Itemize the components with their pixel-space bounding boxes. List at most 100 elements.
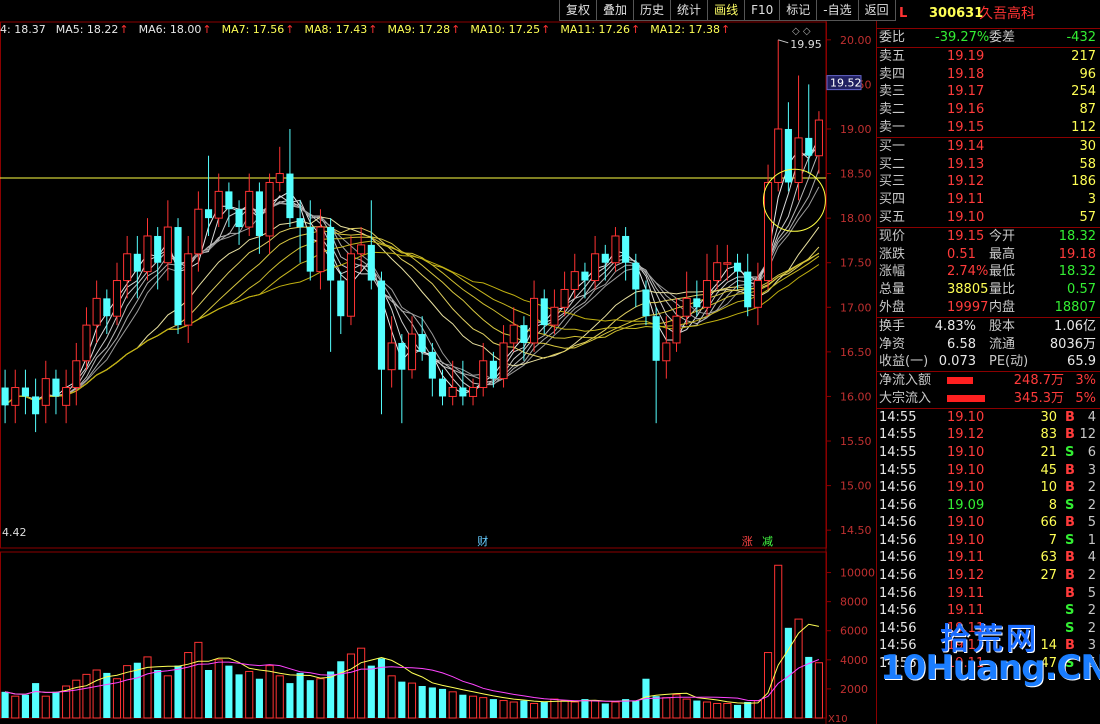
stat-label: 换手 (879, 318, 906, 334)
volume-bar (570, 701, 579, 719)
candle-body (62, 387, 71, 406)
toolbar-button-3[interactable]: 统计 (670, 0, 709, 21)
volume-bar (204, 670, 213, 718)
candle-body (174, 227, 182, 326)
tick-row[interactable]: 14:56 19.09 8 S 2 (877, 497, 1100, 515)
tick-row[interactable]: 14:55 19.10 21 S 6 (877, 444, 1100, 462)
stat-label: PE(动) (989, 354, 1029, 370)
volume-bar (622, 699, 630, 718)
toolbar-button-0[interactable]: 复权 (559, 0, 598, 21)
volume-bar (662, 697, 671, 719)
stat-value: 18807 (1054, 299, 1096, 315)
up-arrow-icon: ↑ (451, 23, 461, 36)
level-label: 买三 (879, 174, 906, 190)
tick-price: 19.10 (947, 515, 985, 531)
tick-row[interactable]: 14:55 19.12 83 B 12 (877, 426, 1100, 444)
toolbar-button-8[interactable]: 返回 (857, 0, 896, 21)
stock-name[interactable]: 久吾高科 (979, 0, 1035, 28)
tick-time: 14:56 (879, 620, 917, 636)
stock-code[interactable]: 300631 (929, 0, 983, 28)
candle-body (550, 306, 559, 326)
candle-body (112, 280, 122, 317)
candle-body (509, 324, 518, 344)
level-price: 19.17 (947, 84, 985, 100)
toolbar-button-4[interactable]: 画线 (707, 0, 746, 21)
candle-body (744, 271, 752, 308)
stat-label: 现价 (879, 228, 906, 244)
tick-row[interactable]: 14:56 19.11 63 B 4 (877, 549, 1100, 567)
stat-label: 流通 (989, 336, 1016, 352)
tick-direction: B (1065, 568, 1075, 584)
volume-bar (245, 670, 254, 719)
toolbar-button-6[interactable]: 标记 (779, 0, 818, 21)
stat-label: 外盘 (879, 299, 906, 315)
volume-bar (265, 665, 274, 719)
volume-bar (387, 675, 396, 719)
stat-row: 换手 4.83% 股本 1.06亿 (877, 318, 1100, 336)
volume-bar (418, 686, 426, 718)
toolbar-button-5[interactable]: F10 (744, 0, 781, 21)
candle-body (682, 297, 691, 317)
bid-levels: 买一 19.14 30 买二 19.13 58 买三 19.12 186 买四 19.11 3 买五 19… (877, 138, 1100, 228)
flow-bar (947, 394, 986, 402)
tick-row[interactable]: 14:55 19.10 30 B 4 (877, 409, 1100, 427)
candle-body (702, 280, 712, 308)
toolbar-button-2[interactable]: 历史 (633, 0, 672, 21)
flow-label: 净流入额 (879, 373, 932, 389)
tick-row[interactable]: 14:56 19.10 10 B 2 (877, 479, 1100, 497)
volume-bar (509, 701, 518, 719)
volume-bar (163, 675, 172, 719)
candle-body (774, 128, 783, 183)
tick-row[interactable]: 14:56 19.10 66 B 5 (877, 514, 1100, 532)
volume-bar (21, 694, 29, 718)
order-level-row: 卖二 19.16 87 (877, 101, 1100, 119)
tick-volume: 27 (1040, 568, 1057, 584)
tick-direction: B (1065, 585, 1075, 601)
flow-row: 净流入额 248.7万 3% (877, 372, 1100, 390)
stat-label: 涨幅 (879, 264, 906, 280)
up-arrow-icon: ↑ (631, 23, 641, 36)
level-volume: 87 (1079, 102, 1096, 118)
up-arrow-icon: ↑ (285, 23, 295, 36)
candle-body (672, 315, 681, 344)
candle-body (814, 119, 823, 157)
stat-row: 现价 19.15 今开 18.32 (877, 228, 1100, 246)
stat-label: 量比 (989, 282, 1016, 298)
tick-row[interactable]: 14:56 19.10 7 S 1 (877, 532, 1100, 550)
diamond-icons: ◇ ◇ (792, 26, 811, 37)
volume-bar (520, 700, 528, 718)
price-tick-label: 16.50 (840, 346, 872, 359)
volume-bar (184, 652, 193, 719)
volume-bar (1, 691, 9, 718)
tick-row[interactable]: 14:56 19.12 27 B 2 (877, 567, 1100, 585)
volume-bar (468, 695, 478, 719)
candle-body (540, 298, 548, 326)
kline-chart[interactable]: 20.0019.5019.0018.5018.0017.5017.0016.50… (0, 0, 876, 724)
order-level-row: 买四 19.11 3 (877, 191, 1100, 209)
candle-body (52, 378, 60, 397)
order-level-row: 卖一 19.15 112 (877, 119, 1100, 137)
tick-time: 14:55 (879, 462, 917, 478)
high-pointer (778, 39, 789, 44)
tick-time: 14:56 (879, 480, 917, 496)
level-label: 卖三 (879, 84, 906, 100)
volume-bar (346, 653, 356, 719)
candle-body (357, 244, 366, 255)
flow-pct: 3% (1075, 373, 1096, 389)
volume-bar (398, 681, 406, 718)
toolbar-button-1[interactable]: 叠加 (596, 0, 635, 21)
tick-row[interactable]: 14:55 19.10 45 B 3 (877, 462, 1100, 480)
tick-count: 2 (1087, 480, 1096, 496)
current-price-label: 19.52 (830, 77, 862, 90)
toolbar-button-7[interactable]: -自选 (816, 0, 859, 21)
tick-price: 19.10 (947, 480, 985, 496)
level-label: 卖五 (879, 48, 906, 64)
weibi-row: 委比 -39.27% 委差 -432 (877, 29, 1100, 48)
candle-body (225, 191, 233, 210)
level-label: 卖二 (879, 102, 906, 118)
up-arrow-icon: ↑ (368, 23, 378, 36)
level-price: 19.10 (947, 209, 985, 225)
up-arrow-icon: ↑ (119, 23, 129, 36)
price-tick-label: 14.50 (840, 524, 872, 537)
tick-row[interactable]: 14:56 19.11 B 5 (877, 585, 1100, 603)
